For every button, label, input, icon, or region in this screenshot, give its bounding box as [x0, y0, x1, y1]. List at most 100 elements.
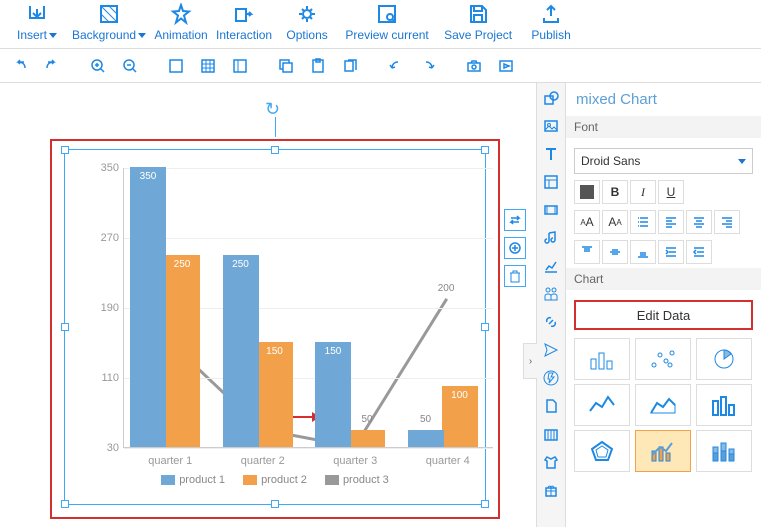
text-tool[interactable]	[540, 143, 562, 165]
redo-button[interactable]	[38, 53, 66, 79]
text-color-button[interactable]	[574, 180, 600, 204]
options-button[interactable]: Options	[280, 2, 334, 42]
people-tool[interactable]	[540, 283, 562, 305]
bold-button[interactable]: B	[602, 180, 628, 204]
valign-bot-button[interactable]	[630, 240, 656, 264]
resize-handle[interactable]	[61, 500, 69, 508]
animation-icon	[169, 2, 193, 26]
chart-type-area[interactable]	[635, 384, 691, 426]
properties-panel: mixed Chart Font Droid Sans B I U AA AA	[566, 83, 761, 527]
chart-type-bar[interactable]	[574, 338, 630, 380]
gift-tool[interactable]	[540, 479, 562, 501]
delete-button[interactable]	[504, 265, 526, 287]
italic-button[interactable]: I	[630, 180, 656, 204]
music-tool[interactable]	[540, 227, 562, 249]
flash-tool[interactable]	[540, 367, 562, 389]
bar: 150	[315, 342, 351, 447]
preview2-button[interactable]	[492, 53, 520, 79]
font-smaller-button[interactable]: AA	[602, 210, 628, 234]
panel-title: mixed Chart	[566, 83, 761, 116]
resize-handle[interactable]	[61, 146, 69, 154]
rotate-handle[interactable]: ↻	[265, 99, 280, 120]
resize-handle[interactable]	[271, 146, 279, 154]
copy-button[interactable]	[272, 53, 300, 79]
chart-type-line[interactable]	[574, 384, 630, 426]
options-label: Options	[286, 28, 327, 42]
valign-mid-button[interactable]	[602, 240, 628, 264]
animation-button[interactable]: Animation	[154, 2, 208, 42]
video-tool[interactable]	[540, 199, 562, 221]
underline-button[interactable]: U	[658, 180, 684, 204]
y-tick: 110	[101, 372, 119, 384]
library-tool[interactable]	[540, 423, 562, 445]
resize-handle[interactable]	[481, 500, 489, 508]
table-button[interactable]	[194, 53, 222, 79]
grid-button[interactable]	[162, 53, 190, 79]
document-tool[interactable]	[540, 395, 562, 417]
layout-tool[interactable]	[540, 171, 562, 193]
save-button[interactable]: Save Project	[440, 2, 516, 42]
align-right-button[interactable]	[714, 210, 740, 234]
tool-strip: ›	[536, 83, 566, 527]
layout-button[interactable]	[226, 53, 254, 79]
background-icon	[97, 2, 121, 26]
bar: 150	[257, 342, 293, 447]
insert-menu[interactable]: Insert	[10, 2, 64, 42]
list-button[interactable]	[630, 210, 656, 234]
chart-type-column[interactable]	[696, 384, 752, 426]
chart-type-pie[interactable]	[696, 338, 752, 380]
chart-type-scatter[interactable]	[635, 338, 691, 380]
camera-button[interactable]	[460, 53, 488, 79]
animation-label: Animation	[154, 28, 207, 42]
resize-handle[interactable]	[61, 323, 69, 331]
bar: 100	[442, 386, 478, 447]
bar: 350	[130, 167, 166, 447]
y-tick: 270	[101, 232, 119, 244]
edit-data-button[interactable]: Edit Data	[574, 300, 753, 330]
outdent-button[interactable]	[686, 240, 712, 264]
align-center-button[interactable]	[686, 210, 712, 234]
chart-tool[interactable]	[540, 255, 562, 277]
chart-type-stacked[interactable]	[696, 430, 752, 472]
chart-section-label: Chart	[566, 268, 761, 290]
send-tool[interactable]	[540, 339, 562, 361]
main-ribbon: Insert Background Animation Interaction …	[0, 0, 761, 49]
line-point-label: 200	[438, 283, 455, 294]
options-icon	[295, 2, 319, 26]
background-menu[interactable]: Background	[72, 2, 146, 42]
undo-button[interactable]	[6, 53, 34, 79]
chart: 30110190270350 350250quarter 1250150quar…	[83, 168, 467, 444]
link-tool[interactable]	[540, 311, 562, 333]
resize-handle[interactable]	[481, 146, 489, 154]
font-select[interactable]: Droid Sans	[574, 148, 753, 174]
chart-selection[interactable]: ↻ 30110190270350 350250quarter 1250150qu…	[50, 139, 500, 519]
clothing-tool[interactable]	[540, 451, 562, 473]
expand-panel-button[interactable]: ›	[523, 343, 537, 379]
align-left-button[interactable]	[658, 210, 684, 234]
indent-button[interactable]	[658, 240, 684, 264]
publish-button[interactable]: Publish	[524, 2, 578, 42]
canvas[interactable]: ↻ 30110190270350 350250quarter 1250150qu…	[0, 83, 536, 527]
undo2-button[interactable]	[382, 53, 410, 79]
bar: 50	[408, 430, 444, 448]
redo2-button[interactable]	[414, 53, 442, 79]
insert-label: Insert	[17, 28, 47, 42]
swap-button[interactable]	[504, 209, 526, 231]
preview-button[interactable]: Preview current	[342, 2, 432, 42]
chart-type-mixed[interactable]	[635, 430, 691, 472]
paste-button[interactable]	[304, 53, 332, 79]
x-label: quarter 3	[309, 455, 402, 467]
zoom-out-button[interactable]	[116, 53, 144, 79]
chart-type-radar[interactable]	[574, 430, 630, 472]
zoom-in-button[interactable]	[84, 53, 112, 79]
interaction-button[interactable]: Interaction	[216, 2, 272, 42]
resize-handle[interactable]	[271, 500, 279, 508]
add-button[interactable]	[504, 237, 526, 259]
image-tool[interactable]	[540, 115, 562, 137]
shapes-tool[interactable]	[540, 87, 562, 109]
valign-top-button[interactable]	[574, 240, 600, 264]
font-bigger-button[interactable]: AA	[574, 210, 600, 234]
main-area: ↻ 30110190270350 350250quarter 1250150qu…	[0, 83, 761, 527]
duplicate-button[interactable]	[336, 53, 364, 79]
secondary-toolbar	[0, 49, 761, 83]
